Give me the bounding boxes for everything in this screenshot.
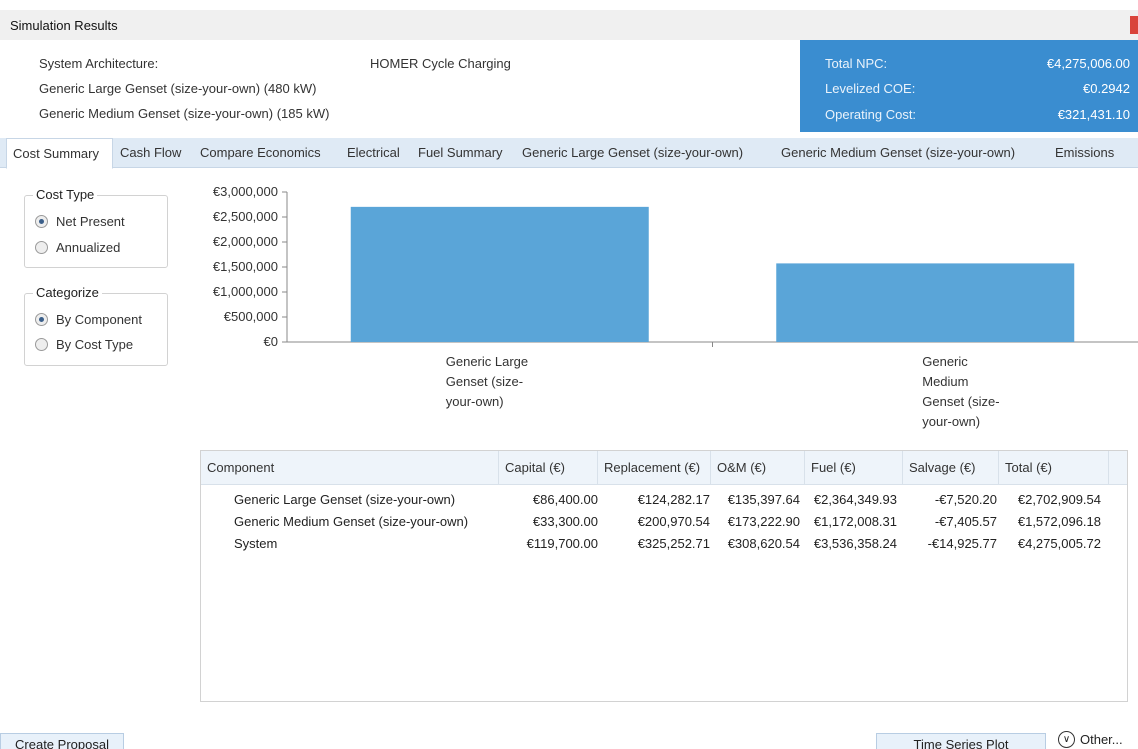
table-cell-value: €308,620.54 xyxy=(727,536,800,551)
chevron-down-icon: ∨ xyxy=(1058,730,1075,748)
table-cell-component: Generic Medium Genset (size-your-own) xyxy=(234,514,469,529)
tab-fuel-summary[interactable]: Fuel Summary xyxy=(418,138,503,168)
table-cell-value: -€7,405.57 xyxy=(934,514,997,529)
table-cell-value: €173,222.90 xyxy=(727,514,800,529)
table-row[interactable]: Generic Large Genset (size-your-own) €86,… xyxy=(201,489,1127,511)
y-tick-label: €2,500,000 xyxy=(213,209,278,224)
title-bar: Simulation Results xyxy=(0,10,1138,40)
radio-selected-icon xyxy=(35,312,48,326)
radio-unselected-icon xyxy=(35,337,48,351)
x-category-label: Medium xyxy=(922,374,968,389)
bar xyxy=(776,263,1075,342)
table-cell-component: System xyxy=(234,536,278,551)
column-header-component[interactable]: Component xyxy=(201,451,499,484)
y-tick-label: €2,000,000 xyxy=(213,234,278,249)
other-button[interactable]: ∨ Other... xyxy=(1058,729,1123,749)
radio-label: By Cost Type xyxy=(56,336,134,352)
time-series-plot-button[interactable]: Time Series Plot xyxy=(876,733,1046,749)
y-tick-label: €1,000,000 xyxy=(213,284,278,299)
table-cell-value: €4,275,005.72 xyxy=(1017,536,1101,551)
cost-bar-chart: €0 €500,000 €1,000,000 €1,500,000 €2,000,000… xyxy=(213,184,1138,429)
by-component-radio[interactable]: By Component xyxy=(35,310,142,328)
radio-unselected-icon xyxy=(35,240,48,254)
table-cell-value: €325,252.71 xyxy=(637,536,710,551)
column-header-salvage[interactable]: Salvage (€) xyxy=(903,451,999,484)
x-category-label: Genset (size- xyxy=(446,374,523,389)
table-cell-value: €1,172,008.31 xyxy=(813,514,897,529)
tab-medium-genset[interactable]: Generic Medium Genset (size-your-own) xyxy=(781,138,1015,168)
levelized-coe-label: Levelized COE: xyxy=(825,81,916,96)
tab-emissions[interactable]: Emissions xyxy=(1055,138,1114,168)
tab-electrical[interactable]: Electrical xyxy=(347,138,400,168)
table-cell-value: €3,536,358.24 xyxy=(813,536,897,551)
cost-table: Component Capital (€) Replacement (€) O&… xyxy=(200,450,1128,702)
cost-type-group: Cost Type Net Present Annualized xyxy=(24,187,168,268)
net-present-radio[interactable]: Net Present xyxy=(35,212,125,230)
total-npc-label: Total NPC: xyxy=(825,56,888,71)
y-tick-label: €3,000,000 xyxy=(213,184,278,199)
table-cell-value: €119,700.00 xyxy=(526,536,598,551)
table-cell-value: €33,300.00 xyxy=(532,514,598,529)
cost-summary-box: Total NPC: €4,275,006.00 Levelized COE: … xyxy=(800,40,1138,132)
tab-cost-summary[interactable]: Cost Summary xyxy=(6,138,113,169)
radio-label: Annualized xyxy=(56,239,121,255)
operating-cost-value: €321,431.10 xyxy=(1057,107,1130,122)
column-header-om[interactable]: O&M (€) xyxy=(711,451,805,484)
x-category-label: Generic Large xyxy=(446,354,528,369)
radio-selected-icon xyxy=(35,214,48,228)
table-row[interactable]: System €119,700.00 €325,252.71 €308,620.54 €… xyxy=(201,533,1127,555)
y-tick-label: €500,000 xyxy=(224,309,278,324)
column-header-replacement[interactable]: Replacement (€) xyxy=(598,451,711,484)
column-header-total[interactable]: Total (€) xyxy=(999,451,1109,484)
y-tick-label: €1,500,000 xyxy=(213,259,278,274)
table-cell-value: €86,400.00 xyxy=(532,492,598,507)
window-title: Simulation Results xyxy=(10,18,118,33)
annualized-radio[interactable]: Annualized xyxy=(35,238,120,256)
table-cell-value: €200,970.54 xyxy=(637,514,710,529)
x-category-label: Generic xyxy=(922,354,968,369)
table-cell-value: €135,397.64 xyxy=(727,492,800,507)
operating-cost-label: Operating Cost: xyxy=(825,107,917,122)
y-tick-label: €0 xyxy=(264,334,278,349)
table-header: Component Capital (€) Replacement (€) O&… xyxy=(201,451,1127,485)
x-category-label: your-own) xyxy=(922,414,980,429)
column-header-capital[interactable]: Capital (€) xyxy=(499,451,598,484)
by-cost-type-radio[interactable]: By Cost Type xyxy=(35,335,133,353)
table-cell-value: -€14,925.77 xyxy=(927,536,997,551)
table-cell-value: -€7,520.20 xyxy=(934,492,997,507)
bar xyxy=(350,206,649,342)
categorize-title: Categorize xyxy=(33,285,102,300)
system-architecture-panel: System Architecture: HOMER Cycle Chargin… xyxy=(0,40,800,132)
x-category-label: your-own) xyxy=(446,394,504,409)
categorize-group: Categorize By Component By Cost Type xyxy=(24,285,168,366)
table-cell-value: €124,282.17 xyxy=(637,492,710,507)
results-tab-bar: Cost Summary Cash Flow Compare Economics… xyxy=(0,138,1138,169)
table-cell-value: €2,364,349.93 xyxy=(813,492,897,507)
cost-type-title: Cost Type xyxy=(33,187,98,202)
tab-compare-economics[interactable]: Compare Economics xyxy=(200,138,321,168)
column-header-fuel[interactable]: Fuel (€) xyxy=(805,451,903,484)
tab-cash-flow[interactable]: Cash Flow xyxy=(120,138,181,168)
close-icon[interactable] xyxy=(1130,16,1138,34)
table-row[interactable]: Generic Medium Genset (size-your-own) €33… xyxy=(201,511,1127,533)
radio-label: By Component xyxy=(56,311,142,327)
tab-large-genset[interactable]: Generic Large Genset (size-your-own) xyxy=(522,138,743,168)
other-label: Other... xyxy=(1080,731,1123,747)
x-category-label: Genset (size- xyxy=(922,394,999,409)
levelized-coe-value: €0.2942 xyxy=(1083,81,1130,96)
table-cell-value: €1,572,096.18 xyxy=(1017,514,1101,529)
total-npc-value: €4,275,006.00 xyxy=(1046,56,1130,71)
dispatch-strategy: HOMER Cycle Charging xyxy=(370,56,511,71)
table-cell-value: €2,702,909.54 xyxy=(1017,492,1101,507)
create-proposal-button[interactable]: Create Proposal xyxy=(0,733,124,749)
radio-label: Net Present xyxy=(56,213,125,229)
table-cell-component: Generic Large Genset (size-your-own) xyxy=(234,492,456,507)
